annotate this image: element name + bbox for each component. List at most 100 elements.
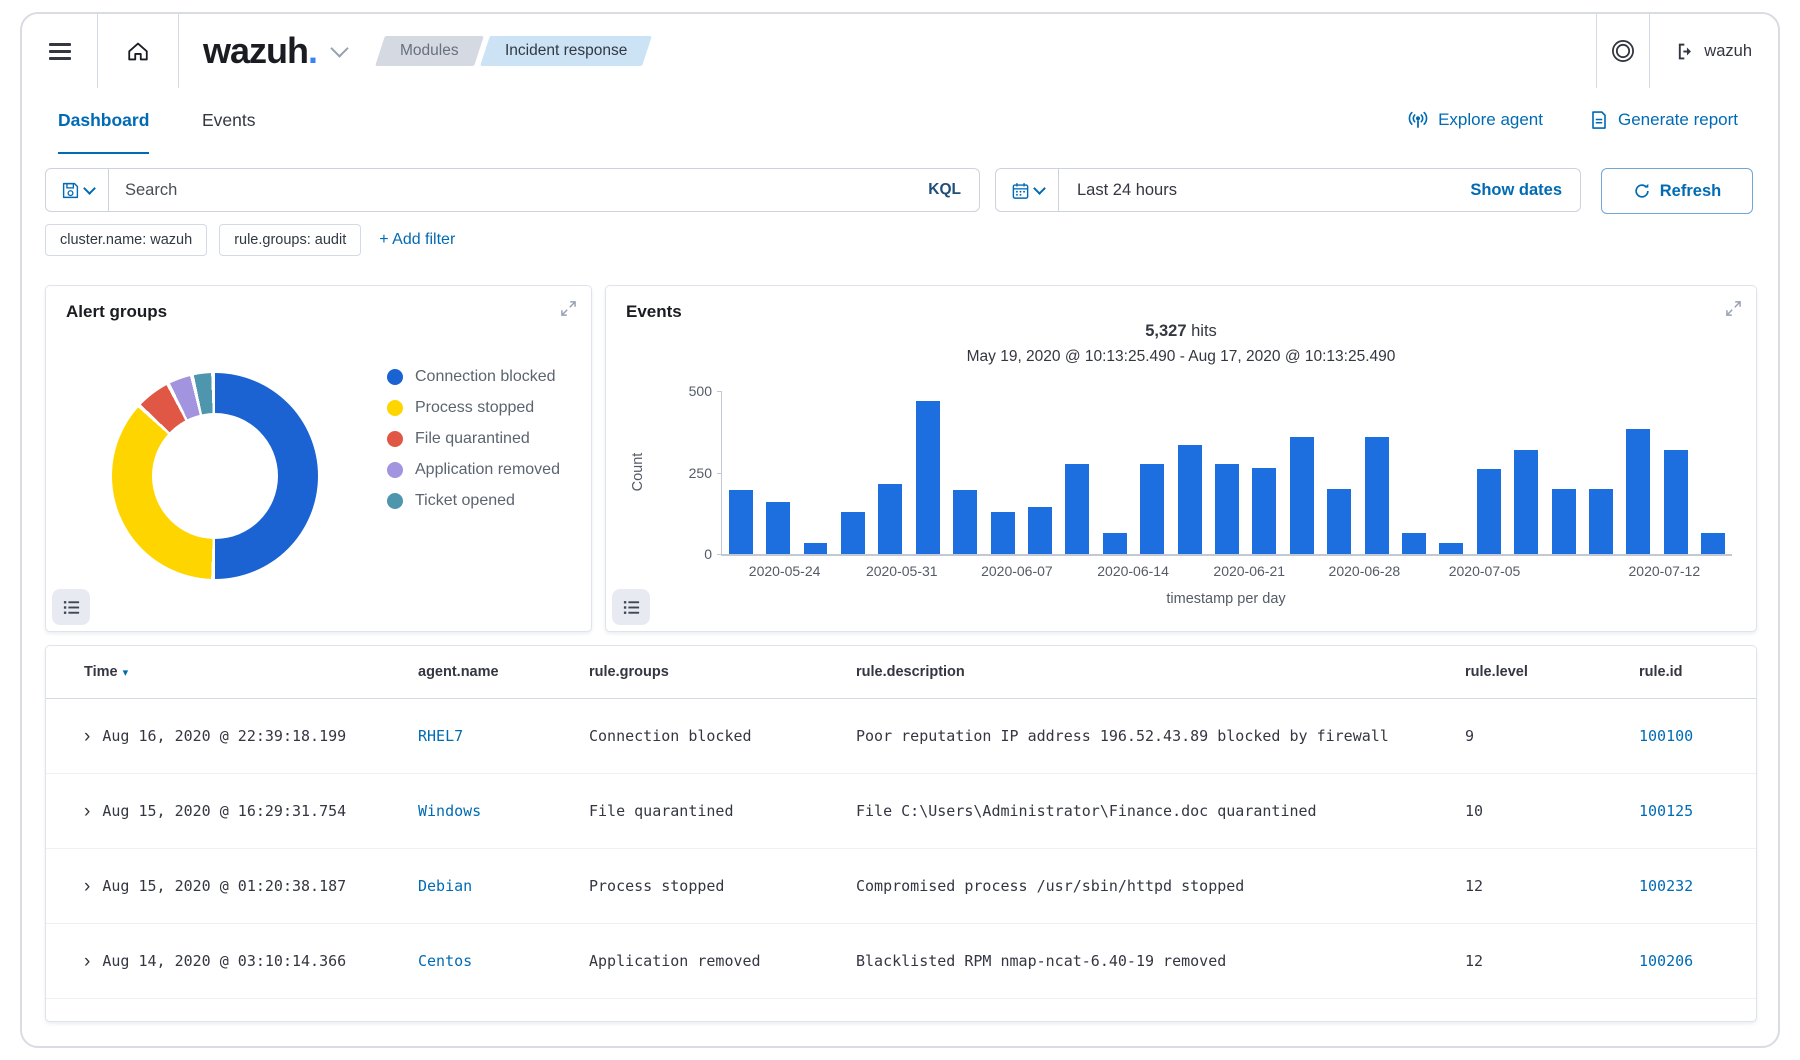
- home-button[interactable]: [98, 14, 178, 88]
- rule-level-cell: 12: [1465, 877, 1639, 895]
- home-icon: [125, 38, 151, 64]
- legend-item[interactable]: Ticket opened: [387, 492, 560, 510]
- legend-item[interactable]: Process stopped: [387, 399, 560, 417]
- breadcrumb-modules[interactable]: Modules: [375, 36, 483, 66]
- legend-label: Application removed: [415, 461, 560, 479]
- bar[interactable]: [1140, 464, 1164, 554]
- x-tick-label: 2020-05-31: [866, 563, 938, 579]
- bar[interactable]: [1701, 533, 1725, 554]
- bar[interactable]: [1439, 543, 1463, 554]
- agent-name-link[interactable]: RHEL7: [418, 727, 463, 745]
- legend-swatch: [387, 400, 403, 416]
- expand-row-icon[interactable]: ›: [84, 727, 90, 746]
- search-input[interactable]: [109, 181, 910, 200]
- bar-chart[interactable]: 02505002020-05-242020-05-312020-06-07202…: [721, 391, 1732, 556]
- expand-row-icon[interactable]: ›: [84, 877, 90, 896]
- bar[interactable]: [991, 512, 1015, 554]
- bar[interactable]: [1215, 464, 1239, 554]
- legend-label: Process stopped: [415, 399, 534, 417]
- explore-agent-button[interactable]: Explore agent: [1407, 109, 1543, 131]
- panel-list-button[interactable]: [612, 589, 650, 625]
- sort-desc-icon[interactable]: ▾: [123, 667, 129, 679]
- bar[interactable]: [1028, 507, 1052, 554]
- bar[interactable]: [1178, 445, 1202, 554]
- column-header-rule-description[interactable]: rule.description: [856, 664, 1465, 680]
- agent-name-link[interactable]: Debian: [418, 877, 472, 895]
- bar[interactable]: [729, 490, 753, 554]
- bar[interactable]: [1290, 437, 1314, 554]
- saved-queries-button[interactable]: [46, 169, 109, 211]
- logout-button[interactable]: wazuh: [1650, 42, 1778, 61]
- events-table: Time▾agent.namerule.groupsrule.descripti…: [45, 645, 1757, 1022]
- refresh-button[interactable]: Refresh: [1601, 168, 1753, 214]
- column-header-agent-name[interactable]: agent.name: [418, 664, 589, 680]
- rule-id-link[interactable]: 100125: [1639, 802, 1693, 820]
- column-header-rule-level[interactable]: rule.level: [1465, 664, 1639, 680]
- y-tick-label: 250: [689, 465, 712, 481]
- calendar-button[interactable]: [996, 169, 1059, 211]
- kql-button[interactable]: KQL: [910, 181, 979, 199]
- agent-name-link[interactable]: Windows: [418, 802, 481, 820]
- expand-row-icon[interactable]: ›: [84, 952, 90, 971]
- calendar-icon: [1011, 181, 1030, 200]
- bar[interactable]: [1252, 468, 1276, 554]
- chart-legend: Connection blocked Process stopped File qu…: [387, 368, 560, 510]
- x-tick-label: 2020-06-28: [1329, 563, 1401, 579]
- time-range-value[interactable]: Last 24 hours: [1059, 181, 1452, 200]
- bar[interactable]: [1065, 464, 1089, 554]
- bar[interactable]: [1626, 429, 1650, 555]
- y-tick-mark: [717, 554, 722, 555]
- bar[interactable]: [953, 490, 977, 554]
- breadcrumb-incident-response[interactable]: Incident response: [480, 36, 652, 66]
- menu-button[interactable]: [22, 14, 97, 88]
- bar[interactable]: [1589, 489, 1613, 554]
- show-dates-button[interactable]: Show dates: [1452, 181, 1580, 200]
- donut-chart[interactable]: [112, 373, 318, 579]
- generate-report-button[interactable]: Generate report: [1589, 110, 1738, 130]
- bar[interactable]: [766, 502, 790, 554]
- legend-item[interactable]: Application removed: [387, 461, 560, 479]
- breadcrumb-label: Incident response: [505, 42, 627, 60]
- filter-pill[interactable]: rule.groups: audit: [219, 224, 361, 256]
- bar[interactable]: [1514, 450, 1538, 554]
- rule-id-cell: 100125: [1639, 802, 1756, 820]
- chevron-down-icon: [1033, 182, 1046, 195]
- legend-label: Ticket opened: [415, 492, 515, 510]
- health-button[interactable]: [1597, 14, 1649, 88]
- bar[interactable]: [1327, 489, 1351, 554]
- breadcrumb: ModulesIncident response: [380, 36, 647, 66]
- column-header-time[interactable]: Time▾: [84, 664, 418, 680]
- expand-row-icon[interactable]: ›: [84, 802, 90, 821]
- bar[interactable]: [1552, 489, 1576, 554]
- tab-events[interactable]: Events: [202, 88, 256, 152]
- agent-name-link[interactable]: Centos: [418, 952, 472, 970]
- bar-slot: [1582, 391, 1619, 554]
- add-filter-button[interactable]: + Add filter: [379, 231, 455, 249]
- rule-id-link[interactable]: 100100: [1639, 727, 1693, 745]
- rule-id-link[interactable]: 100206: [1639, 952, 1693, 970]
- bar[interactable]: [1402, 533, 1426, 554]
- filter-pill[interactable]: cluster.name: wazuh: [45, 224, 207, 256]
- wazuh-logo[interactable]: wazuh.: [203, 30, 317, 72]
- x-tick-label: 2020-07-05: [1449, 563, 1521, 579]
- bar[interactable]: [1103, 533, 1127, 554]
- legend-item[interactable]: Connection blocked: [387, 368, 560, 386]
- bar[interactable]: [1365, 437, 1389, 554]
- x-tick-label: 2020-07-12: [1629, 563, 1701, 579]
- expand-icon[interactable]: [560, 300, 577, 317]
- column-header-rule-groups[interactable]: rule.groups: [589, 664, 856, 680]
- bar[interactable]: [1477, 469, 1501, 554]
- bar[interactable]: [916, 401, 940, 554]
- legend-item[interactable]: File quarantined: [387, 430, 560, 448]
- bar-slot: [1695, 391, 1732, 554]
- bar[interactable]: [841, 512, 865, 554]
- tab-dashboard[interactable]: Dashboard: [58, 88, 149, 154]
- bar[interactable]: [1664, 450, 1688, 554]
- bar[interactable]: [804, 543, 828, 554]
- chevron-down-icon[interactable]: [330, 39, 348, 57]
- bar[interactable]: [878, 484, 902, 554]
- column-header-rule-id[interactable]: rule.id: [1639, 664, 1756, 680]
- expand-icon[interactable]: [1725, 300, 1742, 317]
- panel-list-button[interactable]: [52, 589, 90, 625]
- rule-id-link[interactable]: 100232: [1639, 877, 1693, 895]
